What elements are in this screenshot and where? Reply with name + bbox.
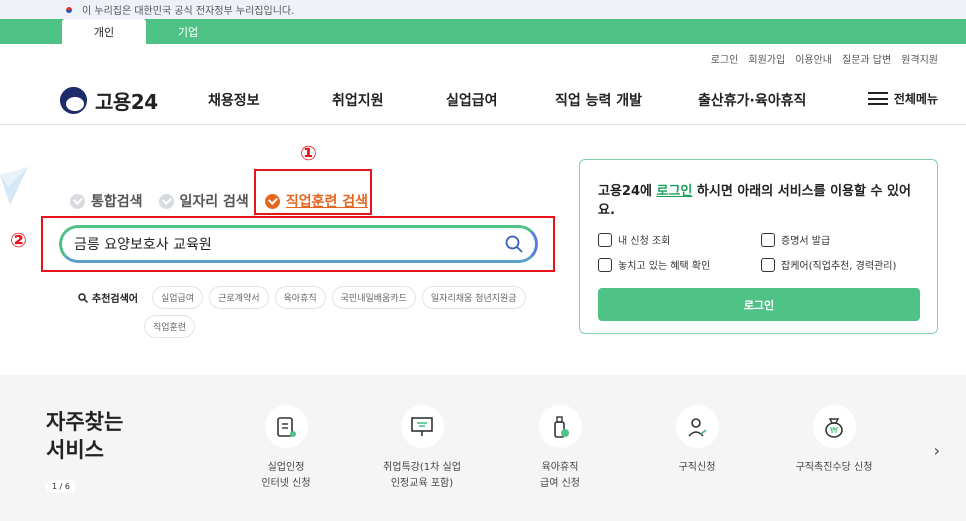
- util-login[interactable]: 로그인: [711, 51, 739, 66]
- faq-title: 자주찾는 서비스: [46, 410, 124, 463]
- person-edit-icon: [675, 405, 719, 448]
- carousel-next-button[interactable]: ›: [934, 441, 940, 460]
- search-tab-all[interactable]: 통합검색: [70, 191, 143, 211]
- service-job-seeking-allowance[interactable]: ₩ 구직촉진수당 신청: [779, 405, 889, 476]
- logo-icon: [60, 87, 87, 114]
- hamburger-icon: [867, 92, 888, 105]
- nav-unemployment-benefit[interactable]: 실업급여: [446, 90, 498, 110]
- service-job-application[interactable]: 구직신청: [642, 405, 752, 476]
- util-qna[interactable]: 질문과 답변: [842, 51, 891, 66]
- presentation-icon: [400, 405, 444, 448]
- keyword-chip[interactable]: 국민내일배움카드: [331, 286, 416, 309]
- certificate-icon: [761, 232, 775, 247]
- search-query: 금릉 요양보호사 교육원: [74, 237, 212, 253]
- audience-tabs: 개인 기업: [0, 19, 966, 44]
- keyword-chip[interactable]: 육아휴직: [274, 286, 326, 309]
- search-tab-label: 통합검색: [91, 194, 143, 210]
- service-parental-leave-pay[interactable]: 육아휴직 급여 신청: [505, 405, 615, 492]
- util-guide[interactable]: 이용안내: [795, 51, 832, 66]
- paper-plane-icon: [0, 167, 28, 205]
- keyword-chip[interactable]: 실업급여: [152, 286, 204, 309]
- korea-flag-icon: [62, 5, 76, 15]
- utility-links: 로그인 회원가입 이용안내 질문과 답변 원격지원: [0, 44, 966, 72]
- money-bag-icon: ₩: [812, 405, 856, 448]
- carousel-pager: 1 / 6: [46, 480, 76, 493]
- search-tab-training[interactable]: 직업훈련 검색: [264, 191, 368, 211]
- document-edit-icon: [264, 405, 308, 448]
- login-card-title: 고용24에 로그인 하시면 아래의 서비스를 이용할 수 있어요.: [598, 184, 911, 218]
- recommend-label: 추천검색어: [78, 290, 138, 305]
- site-logo[interactable]: 고용24: [60, 86, 158, 115]
- search-icon: [78, 292, 88, 303]
- logo-text: 고용24: [95, 90, 158, 114]
- login-card: 고용24에 로그인 하시면 아래의 서비스를 이용할 수 있어요. 내 신청 조…: [579, 159, 938, 334]
- hero-section: ① 통합검색 일자리 검색 직업훈련 검색 ② 금릉 요양보호사 교육원 추천검…: [0, 125, 966, 352]
- login-services: 내 신청 조회 증명서 발급 놓치고 있는 혜택 확인 잡케어(직업추천, 경력…: [598, 232, 919, 272]
- annotation-marker-1: ①: [300, 141, 317, 165]
- util-signup[interactable]: 회원가입: [748, 51, 785, 66]
- util-remote[interactable]: 원격지원: [901, 51, 938, 66]
- check-icon: [264, 193, 280, 209]
- tab-personal[interactable]: 개인: [62, 19, 146, 44]
- main-nav: 고용24 채용정보 취업지원 실업급여 직업 능력 개발 출산휴가·육아휴직 전…: [0, 72, 966, 125]
- nav-vocational-training[interactable]: 직업 능력 개발: [555, 90, 642, 110]
- search-input[interactable]: 금릉 요양보호사 교육원: [59, 225, 538, 263]
- login-button[interactable]: 로그인: [598, 288, 920, 321]
- login-link[interactable]: 로그인: [657, 184, 693, 199]
- search-tab-label: 직업훈련 검색: [285, 194, 368, 210]
- recommend-label-text: 추천검색어: [92, 294, 138, 305]
- nav-employment-support[interactable]: 취업지원: [332, 90, 384, 110]
- svg-text:₩: ₩: [830, 426, 838, 435]
- all-menu-button[interactable]: 전체메뉴: [867, 90, 938, 107]
- search-type-tabs: 통합검색 일자리 검색 직업훈련 검색: [70, 191, 368, 211]
- annotation-marker-2: ②: [10, 228, 27, 252]
- keyword-chip[interactable]: 직업훈련: [144, 315, 196, 338]
- all-menu-label: 전체메뉴: [893, 92, 938, 106]
- check-icon: [158, 193, 174, 209]
- search-tab-jobs[interactable]: 일자리 검색: [158, 191, 249, 211]
- service-my-applications[interactable]: 내 신청 조회: [598, 232, 761, 247]
- service-missed-benefits[interactable]: 놓치고 있는 혜택 확인: [598, 257, 761, 272]
- nav-parental-leave[interactable]: 출산휴가·육아휴직: [698, 90, 806, 110]
- service-employment-lecture[interactable]: 취업특강(1차 실업 인정교육 포함): [367, 405, 477, 492]
- keyword-chip[interactable]: 일자리채움 청년지원금: [421, 286, 526, 309]
- service-unemployment-recognition[interactable]: 실업인정 인터넷 신청: [231, 405, 341, 492]
- briefcase-icon: [761, 257, 775, 272]
- service-jobcare[interactable]: 잡케어(직업추천, 경력관리): [761, 257, 921, 272]
- recommended-keywords: 추천검색어 실업급여 근로계약서 육아휴직 국민내일배움카드 일자리채움 청년지…: [78, 286, 548, 338]
- gov-banner-text: 이 누리집은 대한민국 공식 전자정부 누리집입니다.: [82, 6, 295, 17]
- search-tab-label: 일자리 검색: [179, 194, 249, 210]
- service-certificate[interactable]: 증명서 발급: [761, 232, 921, 247]
- search-icon[interactable]: [505, 235, 523, 253]
- frequent-services: 자주찾는 서비스 1 / 6 실업인정 인터넷 신청 취업특강(1차 실업 인정…: [0, 375, 966, 521]
- gov-banner: 이 누리집은 대한민국 공식 전자정부 누리집입니다.: [0, 0, 966, 19]
- keyword-chip[interactable]: 근로계약서: [209, 286, 269, 309]
- baby-bottle-icon: [538, 405, 582, 448]
- list-icon: [598, 232, 612, 247]
- tab-business[interactable]: 기업: [146, 19, 230, 44]
- nav-jobs[interactable]: 채용정보: [208, 90, 260, 110]
- check-icon: [70, 193, 85, 209]
- document-search-icon: [598, 257, 612, 272]
